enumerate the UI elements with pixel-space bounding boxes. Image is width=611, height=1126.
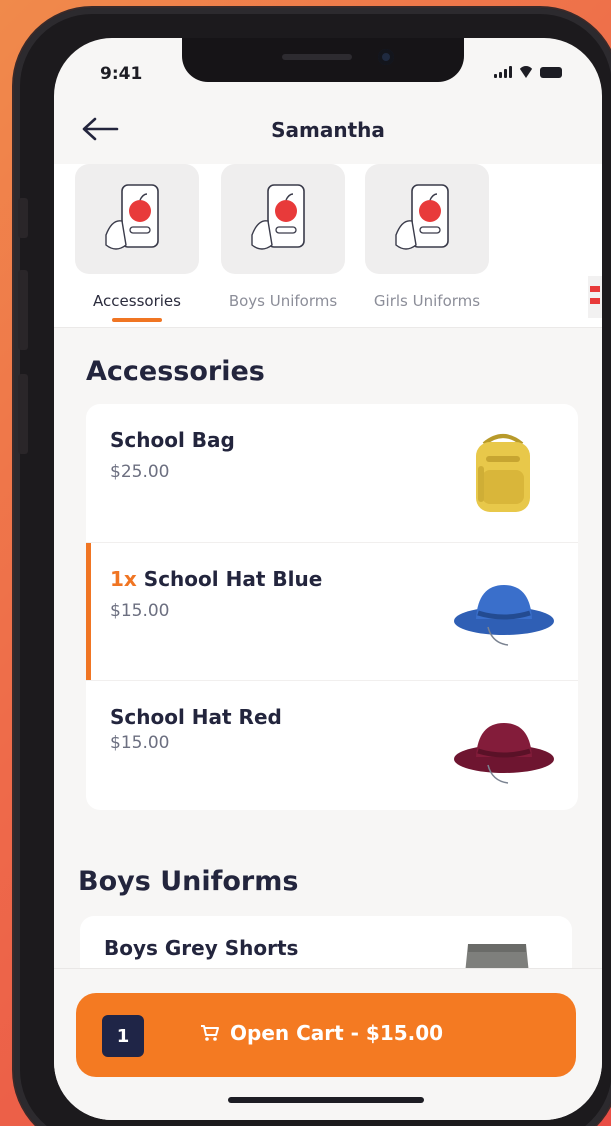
cart-button-label: Open Cart - $15.00 [230,1021,444,1045]
category-thumbnail [365,164,489,274]
tab-boys-uniforms[interactable]: Boys Uniforms [218,164,348,310]
hat-icon [454,723,554,784]
tab-label: Accessories [93,292,181,310]
cart-count-badge: 1 [102,1015,144,1057]
home-indicator [228,1097,424,1103]
yellow-backpack-image [448,426,558,520]
section-title-accessories: Accessories [86,356,265,387]
top-bar: Samantha [54,102,602,162]
accessories-list: School Bag $25.00 1x School Hat Blue $15… [86,404,578,810]
tab-label: Girls Uniforms [373,292,481,310]
cart-icon [201,1025,219,1041]
mute-switch [18,198,28,238]
status-icons [494,66,562,78]
next-category-peek[interactable] [584,276,602,318]
phone-apple-icon [251,184,305,250]
front-camera [378,49,394,65]
category-thumbnail-peek-icon [588,276,602,318]
phone-apple-icon [395,184,449,250]
hat-icon [454,585,554,646]
maroon-hat-image [448,703,558,797]
category-thumbnail [75,164,199,274]
tab-girls-uniforms[interactable]: Girls Uniforms [362,164,492,310]
cart-button-content: Open Cart - $15.00 [200,1021,443,1045]
app-screen: 9:41 Samantha Accessories Boys Uniforms … [54,38,602,1120]
item-name-text: School Hat Blue [143,567,323,591]
signal-icon [494,66,512,78]
battery-icon [540,67,562,78]
phone-frame: 9:41 Samantha Accessories Boys Uniforms … [14,8,611,1126]
section-title-boys-uniforms: Boys Uniforms [78,866,299,897]
tab-label: Boys Uniforms [228,292,338,310]
open-cart-button[interactable]: 1 Open Cart - $15.00 [76,993,576,1077]
category-thumbnail [221,164,345,274]
volume-down-button [18,374,28,454]
backpack-icon [476,434,530,512]
notch [182,38,464,82]
phone-apple-icon [105,184,159,250]
tab-accessories[interactable]: Accessories [72,164,202,322]
volume-up-button [18,270,28,350]
active-tab-indicator [112,318,162,322]
list-item[interactable]: 1x School Hat Blue $15.00 [86,542,578,680]
category-tabs: Accessories Boys Uniforms Girls Uniforms [54,164,602,328]
wifi-icon [518,66,534,78]
item-quantity-badge: 1x [110,567,137,591]
blue-hat-image [448,565,558,659]
list-item[interactable]: School Hat Red $15.00 [86,680,578,810]
list-item[interactable]: School Bag $25.00 [86,404,578,542]
page-title: Samantha [271,118,385,142]
bottom-bar: 1 Open Cart - $15.00 [54,968,602,1120]
status-time: 9:41 [100,64,143,84]
speaker [282,54,352,60]
